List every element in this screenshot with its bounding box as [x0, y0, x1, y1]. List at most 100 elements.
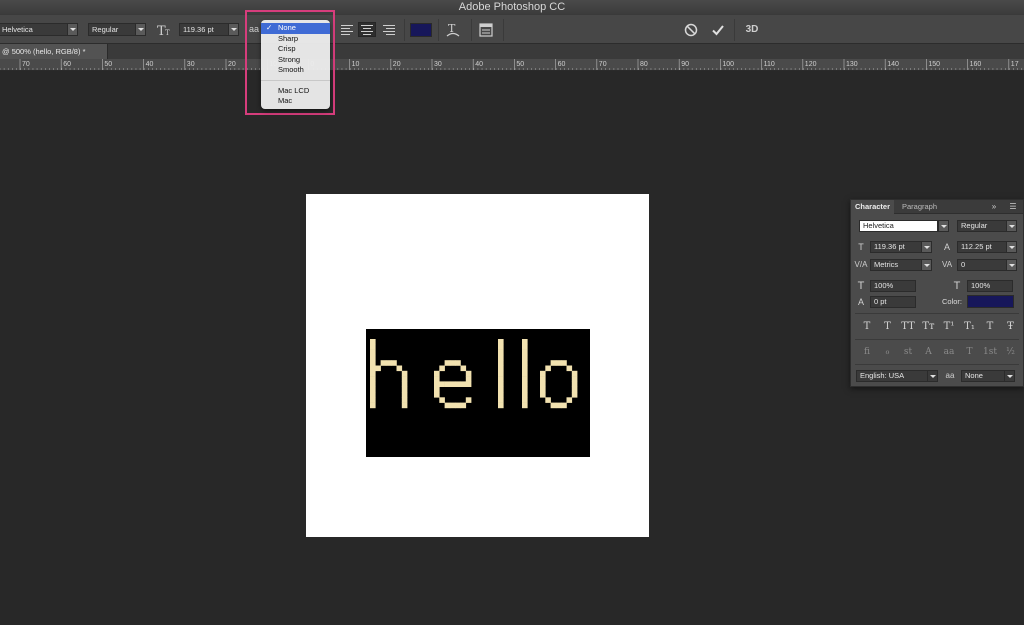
ruler-label: 60: [63, 61, 71, 68]
opentype-button-6[interactable]: 1st: [982, 346, 998, 358]
font-style-dropdown[interactable]: Regular: [88, 23, 146, 36]
text-style-button-7[interactable]: Ŧ: [1003, 321, 1019, 333]
opentype-button-4[interactable]: aa: [941, 346, 957, 358]
warp-text-icon[interactable]: T: [445, 21, 461, 39]
ruler-label: 30: [187, 61, 195, 68]
text-style-button-2[interactable]: TT: [900, 321, 916, 333]
opentype-button-7[interactable]: ½: [1003, 346, 1019, 358]
font-family-dropdown[interactable]: Helvetica: [0, 23, 78, 36]
ruler-label: 130: [846, 61, 858, 68]
opentype-button-2[interactable]: st: [900, 346, 916, 358]
align-left-icon[interactable]: [338, 22, 356, 37]
text-style-button-5[interactable]: T₁: [962, 321, 978, 333]
language-dropdown[interactable]: English: USA: [856, 370, 938, 382]
font-family-value: Helvetica: [2, 25, 33, 34]
vertical-scale-field[interactable]: 100%: [870, 280, 916, 292]
align-center-icon[interactable]: [358, 22, 376, 37]
leading-field[interactable]: 112.25 pt: [957, 241, 1017, 253]
glyph-l: [498, 339, 504, 409]
document-canvas[interactable]: [306, 194, 649, 537]
ruler-label: 160: [970, 61, 982, 68]
checkmark-icon: ✓: [266, 23, 273, 32]
hello-pixel-text: [370, 339, 578, 409]
character-panel-icon[interactable]: [478, 22, 494, 38]
baseline-shift-field[interactable]: 0 pt: [870, 296, 916, 308]
document-tab[interactable]: @ 500% (hello, RGB/8) *: [0, 44, 108, 59]
text-color-swatch[interactable]: [410, 23, 432, 37]
commit-icon[interactable]: [710, 22, 726, 38]
align-right-icon[interactable]: [380, 22, 398, 37]
kerning-icon: V/A: [854, 260, 868, 269]
horizontal-scale-field[interactable]: 100%: [967, 280, 1013, 292]
opentype-button-3[interactable]: A: [921, 346, 937, 358]
divider: [404, 19, 405, 41]
ruler-label: 80: [640, 61, 648, 68]
ruler-label: 40: [146, 61, 154, 68]
cancel-icon[interactable]: [683, 22, 699, 38]
text-style-button-4[interactable]: T¹: [941, 321, 957, 333]
tab-character[interactable]: Character: [851, 200, 895, 214]
font-family-dropdown[interactable]: [937, 220, 949, 232]
title-bar: Adobe Photoshop CC: [0, 0, 1024, 14]
ruler-ticks: 7060504030201001020304050607080901001101…: [0, 59, 1023, 70]
ruler-label: 150: [928, 61, 940, 68]
divider: [855, 339, 1019, 340]
ruler-label: 17: [1011, 61, 1019, 68]
antialias-option-mac-lcd[interactable]: Mac LCD: [261, 86, 330, 97]
text-style-button-6[interactable]: T: [982, 321, 998, 333]
ruler-label: 50: [104, 61, 112, 68]
text-style-button-3[interactable]: Tт: [921, 321, 937, 333]
ruler-label: 70: [599, 61, 607, 68]
antialias-dropdown-menu: ✓ None Sharp Crisp Strong Smooth Mac LCD…: [261, 20, 330, 109]
panel-menu-icon[interactable]: ☰: [1007, 201, 1019, 213]
divider: [471, 19, 472, 41]
chevron-down-icon: [1006, 242, 1016, 252]
font-size-field[interactable]: 119.36 pt: [870, 241, 932, 253]
font-size-icon: TT: [156, 22, 172, 39]
ruler-label: 30: [434, 61, 442, 68]
antialias-option-sharp[interactable]: Sharp: [261, 34, 330, 45]
chevron-updown-icon: [927, 371, 937, 381]
text-layer[interactable]: [366, 329, 590, 457]
color-swatch[interactable]: [967, 295, 1014, 308]
glyph-l: [522, 339, 528, 409]
font-size-field[interactable]: 119.36 pt: [179, 23, 239, 36]
text-style-button-0[interactable]: T: [859, 321, 875, 333]
chevron-down-icon: [921, 242, 931, 252]
text-color-fill: [411, 24, 431, 36]
text-style-button-1[interactable]: T: [880, 321, 896, 333]
ruler-label: 50: [516, 61, 524, 68]
opentype-button-1[interactable]: ℴ: [880, 346, 896, 358]
divider: [734, 19, 735, 41]
chevron-down-icon: [228, 24, 238, 35]
chevron-down-icon: [1006, 260, 1016, 270]
collapse-icon[interactable]: »: [989, 201, 999, 213]
antialias-option-strong[interactable]: Strong: [261, 55, 330, 66]
opentype-button-5[interactable]: T: [962, 346, 978, 358]
document-tab-row: @ 500% (hello, RGB/8) *: [0, 44, 1024, 59]
document-tab-label: @ 500% (hello, RGB/8) *: [2, 47, 86, 56]
tracking-field[interactable]: 0: [957, 259, 1017, 271]
divider: [438, 19, 439, 41]
ruler-label: 110: [764, 61, 775, 68]
antialias-option-none[interactable]: ✓ None: [261, 23, 330, 34]
antialias-option-mac[interactable]: Mac: [261, 96, 330, 107]
three-d-button[interactable]: 3D: [742, 23, 762, 37]
antialias-option-crisp[interactable]: Crisp: [261, 44, 330, 55]
tab-paragraph[interactable]: Paragraph: [898, 200, 941, 214]
chevron-down-icon: [1006, 221, 1016, 231]
divider: [855, 313, 1019, 314]
chevron-down-icon: [921, 260, 931, 270]
font-family-field[interactable]: Helvetica: [859, 220, 949, 232]
horizontal-scale-icon: T: [953, 280, 961, 292]
horizontal-ruler[interactable]: 7060504030201001020304050607080901001101…: [0, 59, 1024, 71]
window-title: Adobe Photoshop CC: [458, 1, 566, 13]
panel-tab-bar: Character Paragraph » ☰: [851, 200, 1023, 214]
antialias-option-smooth[interactable]: Smooth: [261, 65, 330, 76]
font-style-dropdown[interactable]: Regular: [957, 220, 1017, 232]
opentype-button-0[interactable]: ﬁ: [859, 346, 875, 358]
options-bar: Helvetica Regular TT 119.36 pt aa T 3D: [0, 14, 1024, 44]
kerning-field[interactable]: Metrics: [870, 259, 932, 271]
antialias-dropdown[interactable]: None: [961, 370, 1015, 382]
ruler-label: 20: [393, 61, 401, 68]
